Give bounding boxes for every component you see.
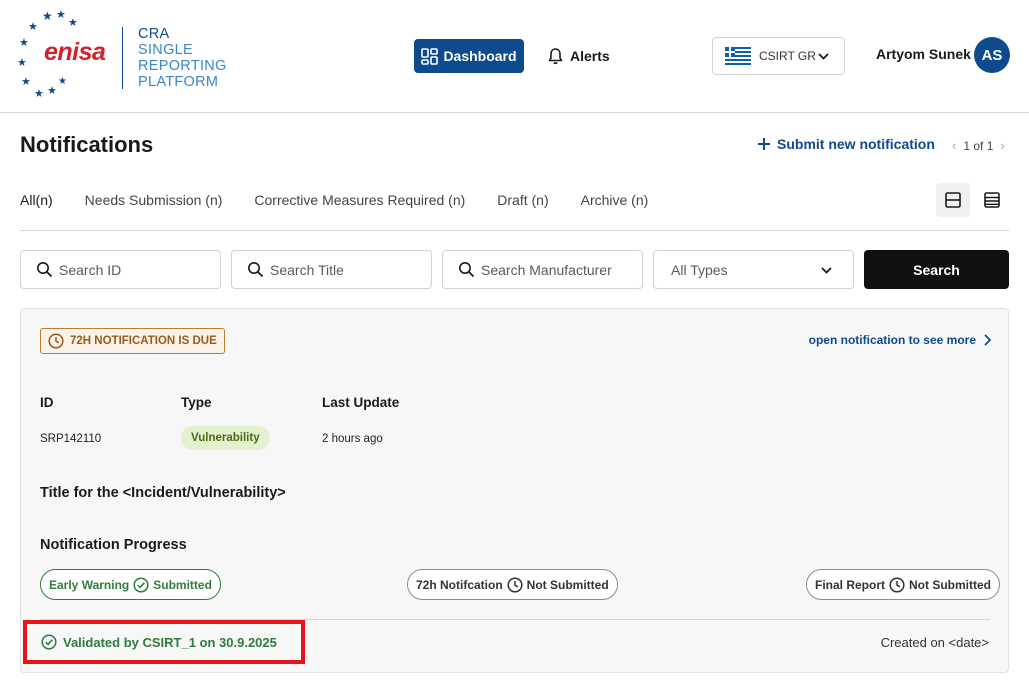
pagination-text: 1 of 1 (963, 138, 994, 153)
svg-text:★: ★ (68, 17, 78, 29)
chevron-down-icon (818, 53, 829, 60)
type-select-value: All Types (671, 261, 728, 278)
step-status: Submitted (153, 577, 212, 592)
last-update-value: 2 hours ago (322, 433, 383, 445)
search-button[interactable]: Search (864, 250, 1009, 289)
type-badge: Vulnerability (181, 426, 270, 450)
logo-divider (122, 27, 123, 89)
highlight-annotation (23, 620, 305, 664)
tab-draft[interactable]: Draft (n) (497, 192, 548, 208)
open-notification-link[interactable]: open notification to see more (809, 333, 992, 347)
progress-step-72h-notification: 72h Notifcation Not Submitted (407, 569, 618, 600)
notification-card: 72H NOTIFICATION IS DUE open notificatio… (20, 308, 1009, 673)
plus-icon (758, 138, 770, 150)
progress-title: Notification Progress (40, 537, 187, 553)
column-header-id: ID (40, 395, 54, 410)
card-view-icon (945, 192, 961, 208)
step-status: Not Submitted (909, 577, 992, 592)
clock-icon (48, 333, 64, 349)
search-title-input[interactable]: Search Title (231, 250, 432, 289)
search-id-input[interactable]: Search ID (20, 250, 221, 289)
user-name[interactable]: Artyom Sunek (876, 46, 971, 62)
platform-name: CRA SINGLE REPORTING PLATFORM (138, 26, 227, 90)
svg-text:★: ★ (28, 21, 38, 33)
svg-text:★: ★ (17, 57, 27, 69)
column-header-type: Type (181, 395, 212, 410)
list-view-toggle[interactable] (975, 183, 1009, 217)
progress-step-final-report: Final Report Not Submitted (806, 569, 1001, 600)
due-badge: 72H NOTIFICATION IS DUE (40, 328, 225, 354)
search-icon (37, 262, 53, 278)
svg-text:★: ★ (21, 76, 31, 88)
step-name: 72h Notifcation (416, 577, 503, 592)
search-manufacturer-input[interactable]: Search Manufacturer (442, 250, 643, 289)
svg-text:★: ★ (42, 9, 53, 23)
search-title-placeholder: Search Title (270, 261, 344, 278)
svg-text:★: ★ (56, 9, 66, 21)
prev-page-icon[interactable]: ‹ (952, 138, 956, 153)
nav-alerts-label: Alerts (570, 48, 610, 64)
card-view-toggle[interactable] (936, 183, 970, 217)
dashboard-icon (421, 47, 439, 65)
list-view-icon (984, 192, 1000, 208)
type-select[interactable]: All Types (653, 250, 854, 289)
svg-text:★: ★ (58, 76, 67, 87)
tab-corrective-measures[interactable]: Corrective Measures Required (n) (254, 192, 465, 208)
platform-line-1: CRA (138, 26, 170, 42)
progress-step-early-warning: Early Warning Submitted (40, 569, 221, 600)
nav-alerts-button[interactable]: Alerts (547, 39, 610, 73)
nav-dashboard-label: Dashboard (443, 48, 517, 64)
search-icon (248, 262, 264, 278)
greece-flag-icon (725, 47, 751, 65)
search-icon (459, 262, 475, 278)
csirt-selector[interactable]: CSIRT GR (712, 37, 845, 75)
platform-line-3: REPORTING (138, 58, 227, 74)
logo-wordmark: enisa (44, 38, 106, 66)
platform-line-2: SINGLE (138, 42, 193, 58)
open-notification-label: open notification to see more (808, 333, 976, 347)
platform-line-4: PLATFORM (138, 74, 219, 90)
clock-icon (507, 576, 523, 593)
notification-id: SRP142110 (40, 433, 102, 445)
step-name: Early Warning (49, 577, 130, 592)
nav-dashboard-button[interactable]: Dashboard (414, 39, 524, 73)
svg-text:★: ★ (34, 88, 44, 100)
step-name: Final Report (815, 577, 886, 592)
page-title: Notifications (20, 132, 154, 157)
tab-needs-submission[interactable]: Needs Submission (n) (85, 192, 223, 208)
clock-icon (889, 576, 905, 593)
search-id-placeholder: Search ID (59, 261, 122, 278)
check-circle-icon (133, 576, 149, 593)
chevron-down-icon (821, 267, 832, 274)
chevron-right-icon (984, 334, 992, 346)
search-manufacturer-placeholder: Search Manufacturer (481, 261, 612, 278)
enisa-logo[interactable]: ★ ★ ★ ★ ★ ★ ★ ★ ★ ★ enisa (14, 8, 114, 100)
avatar[interactable]: AS (974, 37, 1010, 73)
bell-icon (548, 48, 563, 65)
pagination: ‹ 1 of 1 › (952, 138, 1005, 153)
tab-archive[interactable]: Archive (n) (581, 192, 649, 208)
status-tabs: All(n) Needs Submission (n) Corrective M… (20, 192, 680, 208)
svg-text:★: ★ (19, 37, 29, 49)
due-badge-label: 72H NOTIFICATION IS DUE (70, 335, 217, 347)
csirt-selected-value: CSIRT GR (759, 49, 816, 63)
created-date: Created on <date> (880, 635, 989, 650)
next-page-icon[interactable]: › (1000, 138, 1004, 153)
svg-text:★: ★ (47, 85, 57, 97)
column-header-last-update: Last Update (322, 395, 400, 410)
top-header: ★ ★ ★ ★ ★ ★ ★ ★ ★ ★ enisa CRA SINGLE REP… (0, 0, 1029, 113)
submit-notification-label: Submit new notification (777, 136, 935, 152)
tab-all[interactable]: All(n) (20, 192, 53, 208)
notification-title: Title for the <Incident/Vulnerability> (40, 485, 286, 501)
tabs-divider (20, 230, 1009, 231)
step-status: Not Submitted (526, 577, 609, 592)
submit-notification-button[interactable]: Submit new notification (757, 136, 935, 152)
